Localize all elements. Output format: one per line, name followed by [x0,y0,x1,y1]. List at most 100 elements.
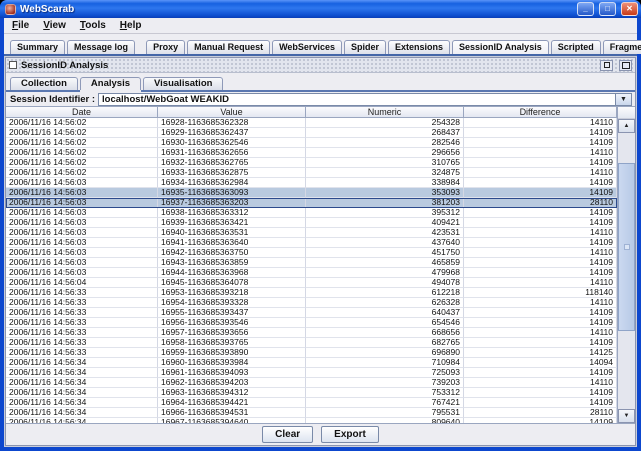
cell-date: 2006/11/16 14:56:02 [6,128,158,138]
frame-title: SessionID Analysis [21,60,594,71]
cell-difference: 14109 [464,368,617,378]
column-header-date[interactable]: Date [6,107,158,117]
menu-help[interactable]: Help [114,20,148,31]
cell-date: 2006/11/16 14:56:03 [6,248,158,258]
frame-maximize-button[interactable] [619,60,632,71]
table-row[interactable]: 2006/11/16 14:56:0316944-116368536396847… [6,268,617,278]
cell-numeric: 753312 [306,388,464,398]
table-row[interactable]: 2006/11/16 14:56:3316959-116368539389069… [6,348,617,358]
chevron-down-icon[interactable]: ▼ [615,94,631,105]
frame-titlebar[interactable]: SessionID Analysis [6,58,635,73]
main-tab-extensions[interactable]: Extensions [388,40,450,54]
cell-value: 16932-1163685362765 [158,158,306,168]
menu-file[interactable]: File [6,20,35,31]
table-row[interactable]: 2006/11/16 14:56:0316942-116368536375045… [6,248,617,258]
table-row[interactable]: 2006/11/16 14:56:0316938-116368536331239… [6,208,617,218]
table-row[interactable]: 2006/11/16 14:56:3416962-116368539420373… [6,378,617,388]
table-row[interactable]: 2006/11/16 14:56:0216930-116368536254628… [6,138,617,148]
main-tab-fragments[interactable]: Fragments [603,40,641,54]
frame-restore-button[interactable] [600,60,613,71]
tab-visualisation[interactable]: Visualisation [143,77,223,90]
table-row[interactable]: 2006/11/16 14:56:0216931-116368536265629… [6,148,617,158]
table-row[interactable]: 2006/11/16 14:56:0316934-116368536298433… [6,178,617,188]
cell-date: 2006/11/16 14:56:33 [6,308,158,318]
scrollbar-thumb[interactable] [618,163,635,331]
table-row[interactable]: 2006/11/16 14:56:0316935-116368536309335… [6,188,617,198]
main-tab-sessionid-analysis[interactable]: SessionID Analysis [452,40,549,54]
main-tab-proxy[interactable]: Proxy [146,40,185,54]
main-tab-scripted[interactable]: Scripted [551,40,601,54]
table-row[interactable]: 2006/11/16 14:56:3316953-116368539321861… [6,288,617,298]
minimize-button[interactable]: _ [577,2,594,16]
cell-difference: 14109 [464,388,617,398]
cell-value: 16959-1163685393890 [158,348,306,358]
table-header: DateValueNumericDifference [6,107,617,118]
export-button[interactable]: Export [321,426,379,443]
cell-date: 2006/11/16 14:56:34 [6,388,158,398]
cell-numeric: 626328 [306,298,464,308]
cell-numeric: 296656 [306,148,464,158]
table-row[interactable]: 2006/11/16 14:56:3416964-116368539442176… [6,398,617,408]
column-header-numeric[interactable]: Numeric [306,107,464,117]
cell-date: 2006/11/16 14:56:34 [6,398,158,408]
table-row[interactable]: 2006/11/16 14:56:0216928-116368536232825… [6,118,617,128]
menu-tools[interactable]: Tools [74,20,112,31]
main-tab-message-log[interactable]: Message log [67,40,135,54]
desktop-pane: SessionID Analysis CollectionAnalysisVis… [4,56,637,447]
table-row[interactable]: 2006/11/16 14:56:3316954-116368539332862… [6,298,617,308]
scrollbar-down-button[interactable]: ▼ [618,409,635,423]
table-row[interactable]: 2006/11/16 14:56:0316941-116368536364043… [6,238,617,248]
cell-value: 16966-1163685394531 [158,408,306,418]
table-row[interactable]: 2006/11/16 14:56:3416966-116368539453179… [6,408,617,418]
tab-analysis[interactable]: Analysis [80,77,141,90]
table-row[interactable]: 2006/11/16 14:56:3416963-116368539431275… [6,388,617,398]
column-header-value[interactable]: Value [158,107,306,117]
table-row[interactable]: 2006/11/16 14:56:0316940-116368536353142… [6,228,617,238]
main-tab-manual-request[interactable]: Manual Request [187,40,270,54]
cell-numeric: 409421 [306,218,464,228]
table-row[interactable]: 2006/11/16 14:56:0316943-116368536385946… [6,258,617,268]
cell-difference: 14109 [464,308,617,318]
table-row[interactable]: 2006/11/16 14:56:3316957-116368539365666… [6,328,617,338]
scrollbar-up-button[interactable]: ▲ [618,119,635,133]
cell-difference: 28110 [464,408,617,418]
session-identifier-combo[interactable]: localhost/WebGoat WEAKID ▼ [98,93,632,106]
table-row[interactable]: 2006/11/16 14:56:3316956-116368539354665… [6,318,617,328]
main-tab-webservices[interactable]: WebServices [272,40,342,54]
clear-button[interactable]: Clear [262,426,313,443]
table-row[interactable]: 2006/11/16 14:56:3316955-116368539343764… [6,308,617,318]
table-row[interactable]: 2006/11/16 14:56:0416945-116368536407849… [6,278,617,288]
close-button[interactable]: ✕ [621,2,638,16]
cell-value: 16958-1163685393765 [158,338,306,348]
tab-collection[interactable]: Collection [10,77,78,90]
vertical-scrollbar[interactable]: ▲ ▼ [617,107,635,423]
main-tab-spider[interactable]: Spider [344,40,386,54]
session-identifier-label: Session Identifier : [10,94,95,105]
cell-date: 2006/11/16 14:56:03 [6,228,158,238]
cell-value: 16954-1163685393328 [158,298,306,308]
table-row[interactable]: 2006/11/16 14:56:3416960-116368539398471… [6,358,617,368]
cell-date: 2006/11/16 14:56:04 [6,278,158,288]
cell-date: 2006/11/16 14:56:03 [6,238,158,248]
table-row[interactable]: 2006/11/16 14:56:0316937-116368536320338… [6,198,617,208]
main-tab-summary[interactable]: Summary [10,40,65,54]
cell-difference: 14110 [464,378,617,388]
maximize-icon [622,62,630,69]
window-titlebar[interactable]: WebScarab _ □ ✕ [0,0,641,18]
window-title: WebScarab [20,4,572,15]
table-row[interactable]: 2006/11/16 14:56:3316958-116368539376568… [6,338,617,348]
table-row[interactable]: 2006/11/16 14:56:3416961-116368539409372… [6,368,617,378]
menu-view[interactable]: View [37,20,72,31]
cell-date: 2006/11/16 14:56:34 [6,378,158,388]
maximize-button[interactable]: □ [599,2,616,16]
table-row[interactable]: 2006/11/16 14:56:0316939-116368536342140… [6,218,617,228]
table-row[interactable]: 2006/11/16 14:56:0216933-116368536287532… [6,168,617,178]
cell-difference: 14125 [464,348,617,358]
column-header-difference[interactable]: Difference [464,107,617,117]
cell-date: 2006/11/16 14:56:34 [6,358,158,368]
table-row[interactable]: 2006/11/16 14:56:0216932-116368536276531… [6,158,617,168]
scrollbar-track[interactable] [618,133,635,409]
cell-numeric: 254328 [306,118,464,128]
cell-numeric: 612218 [306,288,464,298]
table-row[interactable]: 2006/11/16 14:56:0216929-116368536243726… [6,128,617,138]
